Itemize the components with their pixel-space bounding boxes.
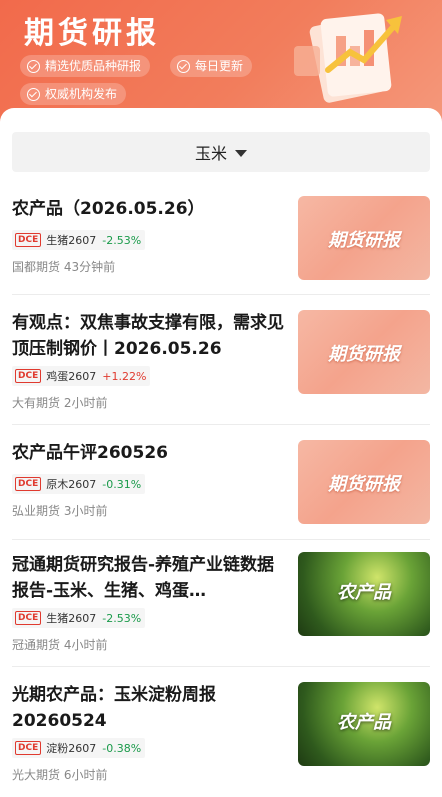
variety-dropdown-value: 玉米 [194, 144, 227, 163]
tag-label: 精选优质品种研报 [45, 59, 142, 73]
report-source: 大有期货 2小时前 [12, 396, 108, 410]
report-source: 国都期货 43分钟前 [12, 260, 116, 274]
contract-name: 原木2607 [46, 478, 97, 491]
contract-name: 鸡蛋2607 [46, 370, 97, 383]
report-source: 弘业期货 3小时前 [12, 504, 108, 518]
thumbnail-label: 期货研报 [328, 230, 400, 251]
check-icon [177, 59, 190, 73]
report-title: 光期农产品：玉米淀粉周报20260524 [12, 685, 216, 731]
exchange-badge: DCE [15, 477, 42, 491]
thumbnail-label: 农产品 [337, 582, 391, 603]
variety-dropdown[interactable]: 玉米 [12, 132, 430, 172]
page-title: 期货研报 [24, 16, 160, 51]
report-item[interactable]: 光期农产品：玉米淀粉周报20260524 DCE 淀粉2607 -0.38% 光… [12, 682, 430, 782]
contract-chip[interactable]: DCE 原木2607 -0.31% [12, 474, 146, 494]
report-title: 农产品午评260526 [12, 443, 168, 463]
thumbnail-label: 期货研报 [328, 344, 400, 365]
report-title: 农产品（2026.05.26） [12, 199, 205, 219]
change-percent: -0.31% [102, 477, 142, 491]
divider [12, 294, 430, 295]
divider [12, 424, 430, 425]
contract-chip[interactable]: DCE 鸡蛋2607 +1.22% [12, 366, 151, 386]
report-thumbnail: 期货研报 [298, 310, 430, 394]
report-item[interactable]: 农产品（2026.05.26） DCE 生猪2607 -2.53% 国都期货 4… [12, 196, 430, 280]
exchange-badge: DCE [15, 741, 42, 755]
thumbnail-label: 期货研报 [328, 474, 400, 495]
exchange-badge: DCE [15, 611, 42, 625]
exchange-badge: DCE [15, 233, 42, 247]
check-icon [27, 59, 40, 73]
report-item[interactable]: 冠通期货研究报告-养殖产业链数据报告-玉米、生猪、鸡蛋… DCE 生猪2607 … [12, 552, 430, 652]
tag-daily: 每日更新 [170, 55, 253, 77]
contract-name: 淀粉2607 [46, 742, 97, 755]
report-illustration-icon [294, 13, 402, 103]
change-percent: -0.38% [102, 741, 142, 755]
tag-quality: 精选优质品种研报 [20, 55, 151, 77]
report-thumbnail: 期货研报 [298, 440, 430, 524]
report-list-panel: 玉米 农产品（2026.05.26） DCE 生猪2607 -2.53% 国都期… [0, 108, 442, 797]
tag-label: 每日更新 [195, 59, 244, 73]
contract-name: 生猪2607 [46, 612, 97, 625]
report-title: 有观点：双焦事故支撑有限，需求见顶压制钢价丨2026.05.26 [12, 313, 284, 359]
caret-down-icon [235, 149, 247, 157]
divider [12, 539, 430, 540]
check-icon [27, 87, 40, 101]
thumbnail-label: 农产品 [337, 712, 391, 733]
contract-chip[interactable]: DCE 生猪2607 -2.53% [12, 608, 146, 628]
report-thumbnail: 农产品 [298, 552, 430, 636]
tag-label: 权威机构发布 [45, 87, 118, 101]
report-source: 光大期货 6小时前 [12, 768, 108, 782]
change-percent: +1.22% [102, 369, 147, 383]
change-percent: -2.53% [102, 611, 142, 625]
contract-chip[interactable]: DCE 淀粉2607 -0.38% [12, 738, 146, 758]
divider [12, 666, 430, 667]
report-item[interactable]: 农产品午评260526 DCE 原木2607 -0.31% 弘业期货 3小时前 … [12, 440, 430, 524]
contract-chip[interactable]: DCE 生猪2607 -2.53% [12, 230, 146, 250]
tag-authority: 权威机构发布 [20, 83, 127, 105]
change-percent: -2.53% [102, 233, 142, 247]
report-thumbnail: 期货研报 [298, 196, 430, 280]
report-item[interactable]: 有观点：双焦事故支撑有限，需求见顶压制钢价丨2026.05.26 DCE 鸡蛋2… [12, 310, 430, 410]
report-title: 冠通期货研究报告-养殖产业链数据报告-玉米、生猪、鸡蛋… [12, 555, 275, 601]
report-source: 冠通期货 4小时前 [12, 638, 108, 652]
exchange-badge: DCE [15, 369, 42, 383]
report-thumbnail: 农产品 [298, 682, 430, 766]
contract-name: 生猪2607 [46, 234, 97, 247]
